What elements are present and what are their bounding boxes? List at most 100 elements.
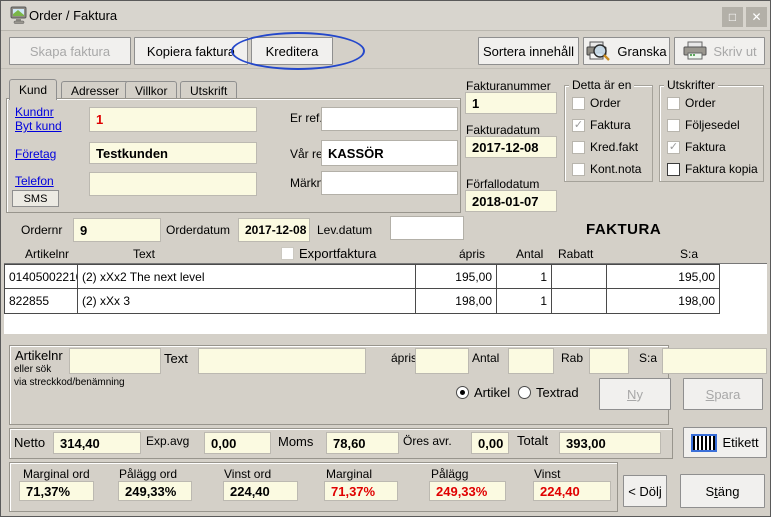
foretag-field[interactable]: Testkunden (89, 142, 257, 164)
cell-apris: 198,00 (416, 289, 497, 314)
vinst-ord-field: 224,40 (223, 481, 298, 501)
kont-nota-checkbox[interactable] (572, 163, 585, 176)
kreditera-button[interactable]: Kreditera (251, 37, 333, 65)
invoice-lines-table: 01405002210300 (2) xXx2 The next level 1… (4, 263, 767, 334)
sms-button[interactable]: SMS (12, 190, 59, 207)
checkbox-row-kredfakt[interactable]: Kred.fakt (572, 140, 638, 154)
entry-rab-label: Rab (561, 351, 583, 365)
fakturadatum-label: Fakturadatum (466, 123, 540, 137)
close-button[interactable]: ✕ (746, 7, 767, 27)
foljesedel-checkbox[interactable] (667, 119, 680, 132)
checkbox-row-print-order[interactable]: Order (667, 96, 716, 110)
order-checkbox-label: Order (590, 96, 621, 110)
stang-button[interactable]: Stäng (680, 474, 765, 508)
entry-artikelnr-input[interactable] (69, 348, 161, 374)
table-row[interactable]: 01405002210300 (2) xXx2 The next level 1… (4, 264, 767, 289)
margins-box (9, 462, 618, 512)
kont-nota-checkbox-label: Kont.nota (590, 162, 641, 176)
ny-button[interactable]: Ny (599, 378, 671, 410)
expavg-field[interactable]: 0,00 (204, 432, 271, 454)
expavg-label: Exp.avg (146, 434, 189, 448)
cell-artikelnr: 01405002210300 (4, 264, 78, 289)
vinst-ord-label: Vinst ord (224, 467, 271, 481)
ny-label: Ny (627, 387, 643, 402)
table-row[interactable]: 822855 (2) xXx 3 198,00 1 198,00 (4, 289, 767, 314)
totalt-field[interactable]: 393,00 (559, 432, 661, 454)
kopiera-faktura-button[interactable]: Kopiera faktura (134, 37, 248, 65)
artikel-radio-row[interactable]: Artikel (456, 385, 510, 400)
sortera-innehall-button[interactable]: Sortera innehåll (478, 37, 579, 65)
exportfaktura-label: Exportfaktura (299, 246, 376, 261)
checkbox-row-foljesedel[interactable]: Följesedel (667, 118, 740, 132)
kred-fakt-checkbox-label: Kred.fakt (590, 140, 638, 154)
faktura-kopia-checkbox[interactable] (667, 163, 680, 176)
tab-utskrift[interactable]: Utskrift (180, 81, 237, 99)
fakturanummer-field[interactable]: 1 (465, 92, 557, 114)
checkbox-row-print-faktura[interactable]: ✓Faktura (667, 140, 726, 154)
kred-fakt-checkbox[interactable] (572, 141, 585, 154)
spara-button[interactable]: Spara (683, 378, 763, 410)
cell-apris: 195,00 (416, 264, 497, 289)
foretag-link[interactable]: Företag (15, 147, 56, 161)
exportfaktura-row[interactable]: Exportfaktura (281, 246, 376, 261)
telefon-field[interactable] (89, 172, 257, 196)
artikel-radio[interactable] (456, 386, 469, 399)
ordernr-label: Ordernr (21, 223, 62, 237)
moms-field[interactable]: 78,60 (326, 432, 399, 454)
utskrifter-title: Utskrifter (664, 78, 718, 92)
entry-antal-input[interactable] (508, 348, 554, 374)
etikett-label: Etikett (722, 435, 758, 450)
checkbox-row-faktura[interactable]: ✓Faktura (572, 118, 631, 132)
entry-sa-label: S:a (639, 351, 657, 365)
tab-kund[interactable]: Kund (9, 79, 57, 100)
dolj-button[interactable]: < Dölj (623, 475, 667, 507)
faktura-checkbox[interactable]: ✓ (572, 119, 585, 132)
entry-apris-input[interactable] (415, 348, 469, 374)
palagg-label: Pålägg (431, 467, 468, 481)
order-checkbox[interactable] (572, 97, 585, 110)
netto-field[interactable]: 314,40 (53, 432, 141, 454)
cell-sa: 198,00 (607, 289, 720, 314)
app-icon (10, 6, 29, 25)
checkbox-row-order[interactable]: Order (572, 96, 621, 110)
skapa-faktura-button[interactable]: Skapa faktura (9, 37, 131, 65)
fakturadatum-field[interactable]: 2017-12-08 (465, 136, 557, 158)
telefon-link[interactable]: Telefon (15, 174, 54, 188)
entry-text-input[interactable] (198, 348, 366, 374)
ordernr-field[interactable]: 9 (73, 218, 161, 242)
tab-adresser[interactable]: Adresser (61, 81, 129, 99)
textrad-radio[interactable] (518, 386, 531, 399)
tab-villkor[interactable]: Villkor (125, 81, 177, 99)
forfallodatum-field[interactable]: 2018-01-07 (465, 190, 557, 212)
exportfaktura-checkbox[interactable] (281, 247, 294, 260)
col-rabatt-header: Rabatt (558, 247, 593, 261)
markn-field[interactable] (321, 171, 458, 195)
orderdatum-field[interactable]: 2017-12-08 (238, 218, 310, 242)
oresavr-field[interactable]: 0,00 (471, 432, 509, 454)
palagg-field: 249,33% (429, 481, 506, 501)
byt-kund-link[interactable]: Byt kund (15, 119, 62, 133)
var-ref-field[interactable]: KASSÖR (321, 140, 458, 166)
granska-button[interactable]: Granska (583, 37, 670, 65)
checkbox-row-kontnota[interactable]: Kont.nota (572, 162, 641, 176)
marginal-field: 71,37% (324, 481, 398, 501)
entry-sa-input[interactable] (662, 348, 767, 374)
faktura-kopia-label: Faktura kopia (685, 162, 758, 176)
kundnr-field[interactable]: 1 (89, 107, 257, 132)
maximize-button[interactable]: □ (722, 7, 743, 27)
entry-rab-input[interactable] (589, 348, 629, 374)
faktura-heading: FAKTURA (586, 221, 661, 238)
oresavr-label: Öres avr. (403, 434, 452, 448)
print-order-label: Order (685, 96, 716, 110)
checkbox-row-faktura-kopia[interactable]: Faktura kopia (667, 162, 758, 176)
er-ref-field[interactable] (321, 107, 458, 131)
textrad-radio-row[interactable]: Textrad (518, 385, 579, 400)
etikett-button[interactable]: Etikett (683, 427, 767, 458)
kundnr-link[interactable]: Kundnr (15, 105, 54, 119)
print-faktura-checkbox[interactable]: ✓ (667, 141, 680, 154)
skriv-ut-button[interactable]: Skriv ut (674, 37, 765, 65)
entry-apris-label: ápris (391, 351, 417, 365)
entry-antal-label: Antal (472, 351, 499, 365)
levdatum-field[interactable] (390, 216, 464, 240)
print-order-checkbox[interactable] (667, 97, 680, 110)
